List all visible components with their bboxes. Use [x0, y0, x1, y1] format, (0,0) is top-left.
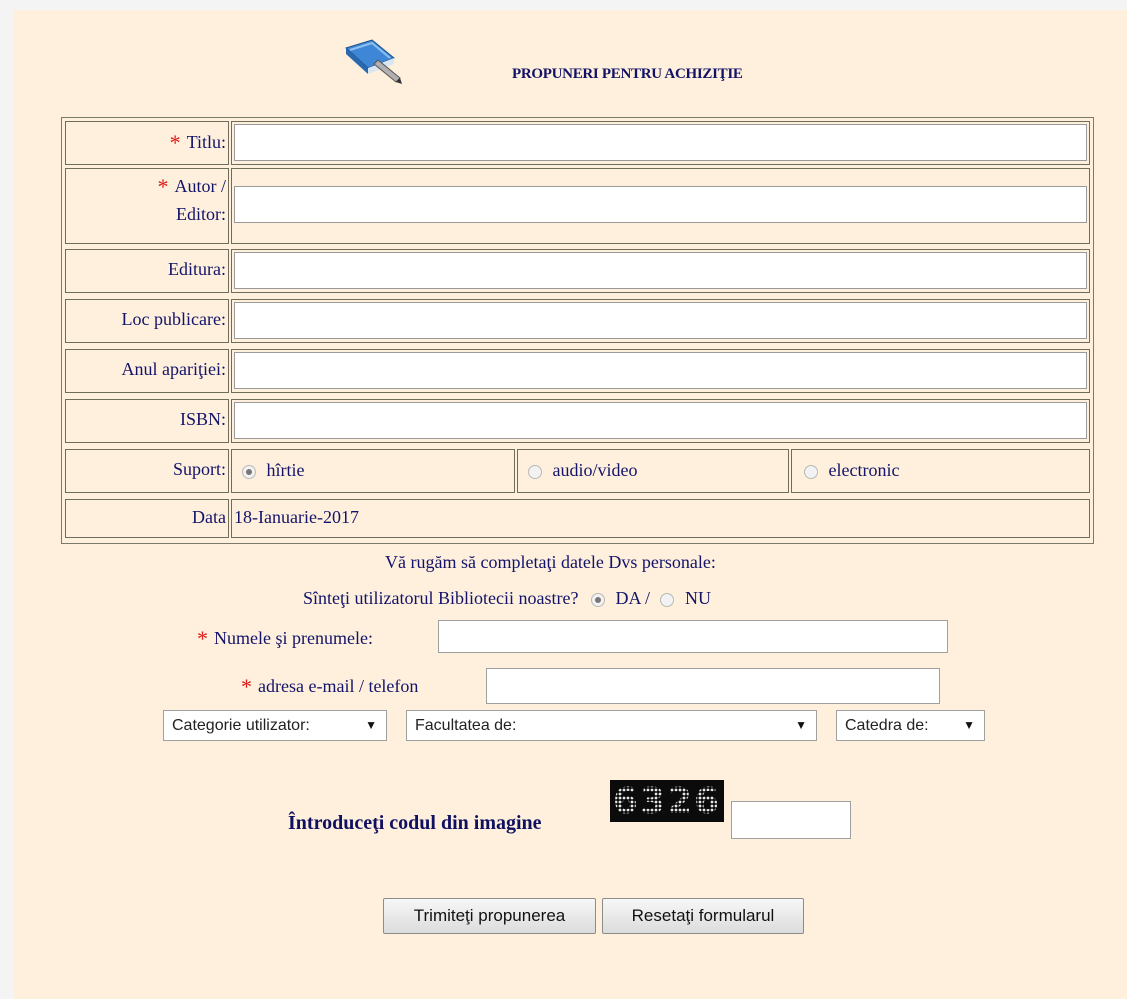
- radio-electronic[interactable]: [804, 464, 818, 479]
- page-top-border: [0, 0, 1127, 10]
- name-input[interactable]: [438, 620, 948, 653]
- year-cell: [231, 349, 1090, 393]
- category-select[interactable]: Categorie utilizator: ▼: [163, 710, 387, 741]
- book-icon: [345, 39, 402, 84]
- place-label: Loc publicare:: [65, 299, 229, 343]
- row-publisher: Editura:: [65, 249, 1090, 293]
- user-question-row: Sînteţi utilizatorul Bibliotecii noastre…: [303, 588, 711, 609]
- personal-intro: Vă rugăm să completaţi datele Dvs person…: [385, 552, 716, 572]
- reset-button[interactable]: Resetaţi formularul: [602, 898, 804, 934]
- required-marker: *: [169, 130, 181, 155]
- place-cell: [231, 299, 1090, 343]
- row-place: Loc publicare:: [65, 299, 1090, 343]
- author-label: * Autor / Editor:: [65, 168, 229, 244]
- row-author: * Autor / Editor:: [65, 168, 1090, 244]
- name-label-row: * Numele şi prenumele:: [197, 624, 373, 651]
- page-left-border: [0, 0, 14, 999]
- category-select-value: Categorie utilizator:: [172, 717, 310, 734]
- proposal-form-table: * Titlu: * Autor / Editor: Editura: Loc pu…: [61, 117, 1094, 544]
- row-year: Anul apariţiei:: [65, 349, 1090, 393]
- contact-input[interactable]: [486, 668, 940, 704]
- department-select-value: Catedra de:: [845, 717, 929, 734]
- support-option-paper[interactable]: hîrtie: [231, 449, 515, 493]
- title-cell: [231, 121, 1090, 165]
- faculty-select-value: Facultatea de:: [415, 717, 517, 734]
- faculty-select[interactable]: Facultatea de: ▼: [406, 710, 817, 741]
- chevron-down-icon: ▼: [963, 718, 975, 732]
- author-input[interactable]: [234, 186, 1087, 223]
- captcha-code: 6326: [613, 781, 721, 822]
- page-title: PROPUNERI PENTRU ACHIZIŢIE: [512, 66, 743, 82]
- publisher-input[interactable]: [234, 252, 1087, 289]
- date-value: 18-Ianuarie-2017: [231, 499, 1090, 538]
- title-input[interactable]: [234, 124, 1087, 161]
- user-no-label: NU: [684, 588, 711, 608]
- radio-paper[interactable]: [242, 464, 256, 479]
- row-title: * Titlu:: [65, 121, 1090, 165]
- publisher-label: Editura:: [65, 249, 229, 293]
- department-select[interactable]: Catedra de: ▼: [836, 710, 985, 741]
- chevron-down-icon: ▼: [795, 718, 807, 732]
- title-label: * Titlu:: [65, 121, 229, 165]
- contact-label-row: * adresa e-mail / telefon: [241, 672, 419, 699]
- required-marker: *: [157, 174, 169, 199]
- support-option-electronic-label: electronic: [828, 460, 900, 480]
- isbn-input[interactable]: [234, 402, 1087, 439]
- captcha-input[interactable]: [731, 801, 851, 839]
- captcha-label: Întroduceţi codul din imagine: [288, 812, 542, 834]
- captcha-image: 6326: [610, 780, 724, 822]
- year-input[interactable]: [234, 352, 1087, 389]
- row-support: Suport: hîrtie audio/video electronic: [65, 449, 1090, 493]
- year-label: Anul apariţiei:: [65, 349, 229, 393]
- date-label: Data: [65, 499, 229, 538]
- contact-label: adresa e-mail / telefon: [258, 676, 419, 696]
- isbn-cell: [231, 399, 1090, 443]
- isbn-label: ISBN:: [65, 399, 229, 443]
- author-cell: [231, 168, 1090, 244]
- place-input[interactable]: [234, 302, 1087, 339]
- name-label: Numele şi prenumele:: [214, 628, 373, 648]
- row-date: Data 18-Ianuarie-2017: [65, 499, 1090, 538]
- user-yes-label: DA /: [615, 588, 650, 608]
- publisher-cell: [231, 249, 1090, 293]
- required-marker: *: [241, 674, 252, 699]
- radio-audio-video[interactable]: [528, 464, 542, 479]
- user-question: Sînteţi utilizatorul Bibliotecii noastre…: [303, 588, 579, 608]
- radio-user-no[interactable]: [660, 592, 675, 607]
- support-option-audio[interactable]: audio/video: [517, 449, 789, 493]
- support-label: Suport:: [65, 449, 229, 493]
- radio-user-yes[interactable]: [590, 592, 605, 607]
- required-marker: *: [197, 626, 208, 651]
- row-isbn: ISBN:: [65, 399, 1090, 443]
- chevron-down-icon: ▼: [365, 718, 377, 732]
- support-option-audio-label: audio/video: [552, 460, 638, 480]
- submit-button[interactable]: Trimiteţi propunerea: [383, 898, 596, 934]
- support-option-paper-label: hîrtie: [266, 460, 305, 480]
- support-option-electronic[interactable]: electronic: [791, 449, 1090, 493]
